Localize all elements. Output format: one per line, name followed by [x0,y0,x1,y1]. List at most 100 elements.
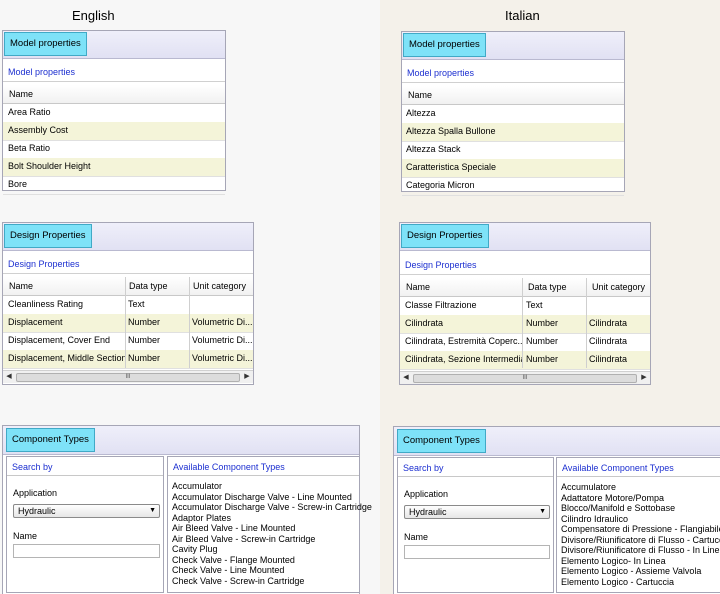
name-column-header[interactable]: Name [9,277,33,295]
cell-data-type: Number [526,336,559,346]
available-component-types-title: Available Component Types [168,459,359,476]
table-row[interactable]: Altezza [402,105,624,124]
chevron-down-icon[interactable]: ▼ [149,505,156,517]
table-row[interactable]: Cilindrata Number Cilindrata [400,315,650,334]
cell-data-type: Number [526,318,559,328]
design-properties-header: Name Data type Unit category [400,278,650,297]
table-row[interactable]: Cilindrata, Sezione Intermedia Number Ci… [400,351,650,370]
component-types-tab[interactable]: Component Types [397,429,486,453]
table-row[interactable]: Categoria Micron [402,177,624,196]
list-item[interactable]: Accumulator Discharge Valve - Line Mount… [172,492,352,503]
cell-name: Cleanliness Rating [8,299,84,309]
horizontal-scrollbar[interactable]: ◀ III ▶ [400,371,650,384]
name-label: Name [13,531,38,541]
application-select-value: Hydraulic [409,507,447,517]
model-properties-tab[interactable]: Model properties [403,33,486,57]
list-item[interactable]: Elemento Logico - Cartuccia [561,577,674,588]
chevron-down-icon[interactable]: ▼ [539,506,546,518]
component-types-tab[interactable]: Component Types [6,428,95,452]
list-item[interactable]: Compensatore di Pressione - Flangiabile [561,524,720,535]
application-select[interactable]: Hydraulic ▼ [13,504,160,518]
list-item[interactable]: Accumulatore [561,482,616,493]
cell-unit-category: Cilindrata [589,336,628,346]
model-properties-subtitle: Model properties [3,63,225,82]
model-properties-titlebar: Model properties [402,32,624,60]
design-properties-tab[interactable]: Design Properties [4,224,92,248]
scrollbar-grip: III [125,374,131,380]
list-item[interactable]: Divisore/Riunificatore di Flusso - In Li… [561,545,720,556]
component-types-titlebar: Component Types [394,427,720,456]
table-row[interactable]: Altezza Spalla Bullone [402,123,624,142]
model-properties-tab[interactable]: Model properties [4,32,87,56]
model-properties-header[interactable]: Name [3,85,225,104]
application-select[interactable]: Hydraulic ▼ [404,505,550,519]
english-model-properties-panel: Model properties Model properties Name A… [2,30,226,195]
cell-unit-category: Cilindrata [589,354,628,364]
model-properties-header[interactable]: Name [402,86,624,105]
table-row[interactable]: Displacement Number Volumetric Di... [3,314,253,333]
list-item[interactable]: Accumulator Discharge Valve - Screw-in C… [172,502,372,513]
table-row[interactable]: Beta Ratio [3,140,225,159]
list-item[interactable]: Check Valve - Line Mounted [172,565,284,576]
name-input[interactable] [13,544,160,558]
search-by-pane: Search by Application Hydraulic ▼ Name [397,457,554,593]
list-item[interactable]: Elemento Logico- In Linea [561,556,666,567]
scrollbar-thumb[interactable]: III [16,373,240,382]
table-row[interactable]: Area Ratio [3,104,225,123]
design-properties-tab[interactable]: Design Properties [401,224,489,248]
data-type-column-header[interactable]: Data type [129,277,168,295]
table-row[interactable]: Cleanliness Rating Text [3,296,253,315]
search-by-pane: Search by Application Hydraulic ▼ Name [6,456,164,593]
data-type-column-header[interactable]: Data type [528,278,567,296]
horizontal-scrollbar[interactable]: ◀ III ▶ [3,370,253,383]
cell-name: Cilindrata, Estremità Coperc... [405,336,523,346]
cell-name: Area Ratio [8,107,51,117]
list-item[interactable]: Check Valve - Screw-in Cartridge [172,576,304,587]
table-row[interactable]: Displacement, Cover End Number Volumetri… [3,332,253,351]
scroll-left-icon[interactable]: ◀ [400,372,412,384]
list-item[interactable]: Cilindro Idraulico [561,514,628,525]
table-row[interactable]: Assembly Cost [3,122,225,141]
name-column-header[interactable]: Name [408,86,432,104]
table-row[interactable]: Displacement, Middle Section Number Volu… [3,350,253,369]
scrollbar-thumb[interactable]: III [413,374,637,383]
list-item[interactable]: Blocco/Manifold e Sottobase [561,503,675,514]
table-row[interactable]: Caratteristica Speciale [402,159,624,178]
list-item[interactable]: Divisore/Riunificatore di Flusso - Cartu… [561,535,720,546]
cell-name: Altezza [406,108,436,118]
scroll-right-icon[interactable]: ▶ [638,372,650,384]
cell-name: Cilindrata, Sezione Intermedia [405,354,523,364]
table-row[interactable]: Altezza Stack [402,141,624,160]
scroll-right-icon[interactable]: ▶ [241,371,253,383]
search-by-title: Search by [398,460,553,477]
list-item[interactable]: Accumulator [172,481,222,492]
design-properties-header: Name Data type Unit category [3,277,253,296]
name-column-header[interactable]: Name [406,278,430,296]
design-properties-subtitle: Design Properties [400,256,650,275]
name-input[interactable] [404,545,550,559]
cell-name: Bolt Shoulder Height [8,161,91,171]
column-divider [189,277,190,368]
list-item[interactable]: Adaptor Plates [172,513,231,524]
cell-unit-category: Cilindrata [589,318,628,328]
scroll-left-icon[interactable]: ◀ [3,371,15,383]
cell-data-type: Number [526,354,559,364]
available-component-types-title: Available Component Types [557,460,720,477]
english-design-properties-panel: Design Properties Design Properties Name… [2,222,254,385]
cell-name: Beta Ratio [8,143,51,153]
application-select-value: Hydraulic [18,506,56,516]
table-row[interactable]: Classe Filtrazione Text [400,297,650,316]
list-item[interactable]: Air Bleed Valve - Screw-in Cartridge [172,534,315,545]
list-item[interactable]: Adattatore Motore/Pompa [561,493,664,504]
unit-category-column-header[interactable]: Unit category [193,277,246,295]
table-row[interactable]: Bolt Shoulder Height [3,158,225,177]
name-column-header[interactable]: Name [9,85,33,103]
available-component-types-pane: Available Component Types Accumulatore A… [556,457,720,593]
unit-category-column-header[interactable]: Unit category [592,278,645,296]
list-item[interactable]: Elemento Logico - Assieme Valvola [561,566,701,577]
list-item[interactable]: Check Valve - Flange Mounted [172,555,295,566]
table-row[interactable]: Cilindrata, Estremità Coperc... Number C… [400,333,650,352]
table-row[interactable]: Bore [3,176,225,195]
list-item[interactable]: Cavity Plug [172,544,218,555]
list-item[interactable]: Air Bleed Valve - Line Mounted [172,523,295,534]
